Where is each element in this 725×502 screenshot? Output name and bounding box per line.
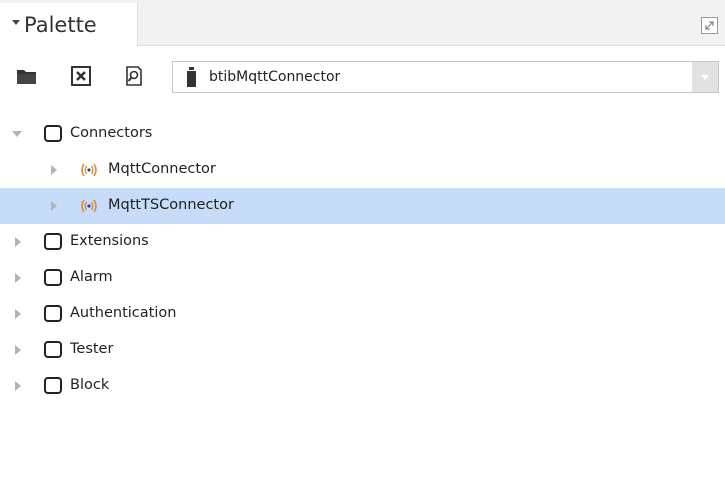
open-folder-icon[interactable] [15,64,39,88]
collapse-arrow-icon[interactable] [15,237,21,247]
collapse-arrow-icon[interactable] [51,201,57,211]
maximize-icon[interactable] [701,17,718,34]
tree-item-label: Connectors [70,125,153,141]
palette-toolbar: btibMqttConnector [0,58,725,98]
collapse-arrow-icon[interactable] [15,309,21,319]
tree-row-mqttconnector[interactable]: MqttConnector [0,152,725,188]
folder-icon [44,233,62,250]
tree-row-authentication[interactable]: Authentication [0,296,725,332]
tree-item-label: MqttConnector [108,161,216,177]
tree-row-block[interactable]: Block [0,368,725,404]
signal-icon [80,162,98,178]
folder-icon [44,341,62,358]
tree-row-connectors[interactable]: Connectors [0,116,725,152]
palette-header: Palette [0,0,725,47]
folder-icon [44,269,62,286]
tree-item-label: Tester [70,341,114,357]
collapse-arrow-icon[interactable] [15,381,21,391]
chevron-down-icon [701,75,709,80]
signal-icon [80,198,98,214]
tree-item-label: Extensions [70,233,149,249]
folder-icon [44,125,62,142]
jar-icon [187,67,196,87]
tree-row-extensions[interactable]: Extensions [0,224,725,260]
tree-item-label: Authentication [70,305,177,321]
palette-tab[interactable]: Palette [0,3,138,47]
module-select-value: btibMqttConnector [209,69,341,85]
tree-item-label: Block [70,377,110,393]
dropdown-button[interactable] [692,62,718,92]
collapse-arrow-icon[interactable] [12,20,20,25]
collapse-arrow-icon[interactable] [51,165,57,175]
folder-icon [44,377,62,394]
folder-icon [44,305,62,322]
collapse-arrow-icon[interactable] [15,273,21,283]
tree-item-label: Alarm [70,269,113,285]
close-icon[interactable] [69,64,93,88]
collapse-arrow-icon[interactable] [15,345,21,355]
tree-row-mqtttsconnector[interactable]: MqttTSConnector [0,188,725,224]
find-icon[interactable] [122,64,146,88]
palette-title: Palette [24,13,97,37]
palette-tree: Connectors MqttConnector MqttTSConnector Ex… [0,116,725,404]
tree-row-alarm[interactable]: Alarm [0,260,725,296]
expand-arrow-icon[interactable] [12,131,22,137]
module-select[interactable]: btibMqttConnector [172,61,719,93]
tree-item-label: MqttTSConnector [108,197,234,213]
tree-row-tester[interactable]: Tester [0,332,725,368]
